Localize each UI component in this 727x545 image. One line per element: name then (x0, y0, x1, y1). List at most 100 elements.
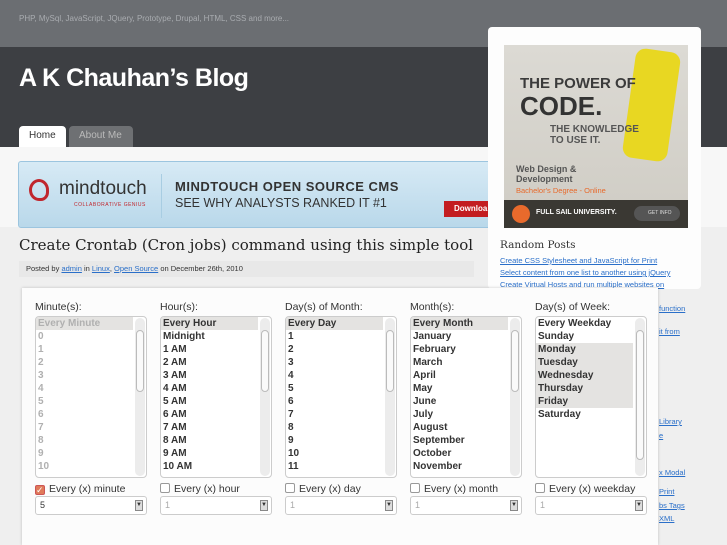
scrollbar-thumb[interactable] (511, 330, 519, 392)
listbox-option[interactable]: May (411, 382, 508, 395)
listbox-option[interactable]: April (411, 369, 508, 382)
day-of-week-listbox[interactable]: Every Weekday Sunday Monday Tuesday Wednesda… (535, 316, 647, 478)
listbox-option[interactable]: Every Weekday (536, 317, 633, 330)
scrollbar[interactable] (510, 318, 520, 476)
scrollbar-thumb[interactable] (136, 330, 144, 392)
listbox-option[interactable]: 3 (286, 356, 383, 369)
day-of-month-listbox[interactable]: Every Day 1 2 3 4 5 6 7 8 9 10 11 (285, 316, 397, 478)
listbox-option[interactable]: Tuesday (536, 356, 633, 369)
day-of-week-every-x-option[interactable]: Every (x) weekday (535, 483, 635, 495)
listbox-option[interactable]: 10 (36, 460, 133, 473)
scrollbar-thumb[interactable] (261, 330, 269, 392)
day-of-week-interval-select[interactable]: 1 ▼ (535, 496, 647, 515)
listbox-option[interactable]: 0 (36, 330, 133, 343)
listbox-option[interactable]: 8 AM (161, 434, 258, 447)
listbox-option[interactable]: 10 AM (161, 460, 258, 473)
post-title[interactable]: Create Crontab (Cron jobs) command using… (19, 236, 473, 254)
listbox-option[interactable]: August (411, 421, 508, 434)
listbox-option[interactable]: 2 AM (161, 356, 258, 369)
listbox-option[interactable]: 6 (286, 395, 383, 408)
scrollbar[interactable] (385, 318, 395, 476)
month-listbox[interactable]: Every Month January February March April May J… (410, 316, 522, 478)
sidebar-link-fragment[interactable]: XML (659, 514, 674, 523)
minute-interval-select[interactable]: 5 ▼ (35, 496, 147, 515)
hour-interval-select[interactable]: 1 ▼ (160, 496, 272, 515)
listbox-option[interactable]: 5 AM (161, 395, 258, 408)
listbox-option[interactable]: Friday (536, 395, 633, 408)
tab-home[interactable]: Home (19, 126, 66, 147)
listbox-option[interactable]: 9 AM (161, 447, 258, 460)
listbox-option[interactable]: 2 (286, 343, 383, 356)
listbox-option[interactable]: Midnight (161, 330, 258, 343)
scrollbar[interactable] (135, 318, 145, 476)
listbox-option[interactable]: 2 (36, 356, 133, 369)
listbox-option[interactable]: 1 AM (161, 343, 258, 356)
listbox-option[interactable]: 11 (286, 460, 383, 473)
listbox-option[interactable]: 4 (286, 369, 383, 382)
listbox-option[interactable]: Every Minute (36, 317, 133, 330)
get-info-button[interactable]: GET INFO (634, 206, 680, 221)
listbox-option[interactable]: October (411, 447, 508, 460)
listbox-option[interactable]: 6 (36, 408, 133, 421)
listbox-option[interactable]: 9 (286, 434, 383, 447)
listbox-option[interactable]: 9 (36, 447, 133, 460)
sidebar-link-fragment[interactable]: x Modal (659, 468, 685, 477)
listbox-option[interactable]: January (411, 330, 508, 343)
listbox-option[interactable]: 7 AM (161, 421, 258, 434)
listbox-option[interactable]: Sunday (536, 330, 633, 343)
listbox-option[interactable]: 6 AM (161, 408, 258, 421)
listbox-option[interactable]: 4 AM (161, 382, 258, 395)
scrollbar[interactable] (260, 318, 270, 476)
listbox-option[interactable]: March (411, 356, 508, 369)
random-post-link[interactable]: Create CSS Stylesheet and JavaScript for… (500, 256, 657, 265)
checkbox[interactable]: ✓ (35, 485, 45, 495)
category-link-open-source[interactable]: Open Source (114, 264, 158, 273)
sidebar-link-fragment[interactable]: Print (659, 487, 674, 496)
random-post-link[interactable]: Select content from one list to another … (500, 268, 671, 277)
checkbox[interactable] (535, 483, 545, 493)
scrollbar[interactable] (635, 318, 645, 476)
listbox-option[interactable]: 3 AM (161, 369, 258, 382)
listbox-option[interactable]: November (411, 460, 508, 473)
listbox-option[interactable]: 7 (36, 421, 133, 434)
listbox-option[interactable]: 5 (286, 382, 383, 395)
listbox-option[interactable]: 3 (36, 369, 133, 382)
scrollbar-thumb[interactable] (386, 330, 394, 392)
checkbox[interactable] (160, 483, 170, 493)
listbox-option[interactable]: September (411, 434, 508, 447)
listbox-option[interactable]: 4 (36, 382, 133, 395)
sidebar-link-fragment[interactable]: function (659, 304, 685, 313)
month-every-x-option[interactable]: Every (x) month (410, 483, 498, 495)
listbox-option[interactable]: July (411, 408, 508, 421)
hour-every-x-option[interactable]: Every (x) hour (160, 483, 240, 495)
scrollbar-thumb[interactable] (636, 330, 644, 460)
listbox-option[interactable]: 7 (286, 408, 383, 421)
listbox-option[interactable]: 1 (286, 330, 383, 343)
hour-listbox[interactable]: Every Hour Midnight 1 AM 2 AM 3 AM 4 AM 5 AM 6 … (160, 316, 272, 478)
day-of-month-interval-select[interactable]: 1 ▼ (285, 496, 397, 515)
listbox-option[interactable]: 10 (286, 447, 383, 460)
tab-about-me[interactable]: About Me (69, 126, 133, 147)
category-link-linux[interactable]: Linux (92, 264, 110, 273)
day-of-month-every-x-option[interactable]: Every (x) day (285, 483, 361, 495)
month-interval-select[interactable]: 1 ▼ (410, 496, 522, 515)
sidebar-link-fragment[interactable]: it from (659, 327, 680, 336)
listbox-option[interactable]: Saturday (536, 408, 633, 421)
listbox-option[interactable]: 8 (286, 421, 383, 434)
checkbox[interactable] (285, 483, 295, 493)
listbox-option[interactable]: Thursday (536, 382, 633, 395)
sidebar-link-fragment[interactable]: Library (659, 417, 682, 426)
minute-listbox[interactable]: Every Minute 0 1 2 3 4 5 6 7 8 9 10 (35, 316, 147, 478)
author-link[interactable]: admin (61, 264, 81, 273)
listbox-option[interactable]: Monday (536, 343, 633, 356)
listbox-option[interactable]: 8 (36, 434, 133, 447)
listbox-option[interactable]: February (411, 343, 508, 356)
listbox-option[interactable]: June (411, 395, 508, 408)
listbox-option[interactable]: 1 (36, 343, 133, 356)
checkbox[interactable] (410, 483, 420, 493)
mindtouch-banner-ad[interactable]: mindtouch COLLABORATIVE GENIUS MINDTOUCH… (18, 161, 498, 228)
listbox-option[interactable]: Every Hour (161, 317, 258, 330)
sidebar-link-fragment[interactable]: e (659, 431, 663, 440)
sidebar-link-fragment[interactable]: bs Tags (659, 501, 685, 510)
listbox-option[interactable]: Every Day (286, 317, 383, 330)
